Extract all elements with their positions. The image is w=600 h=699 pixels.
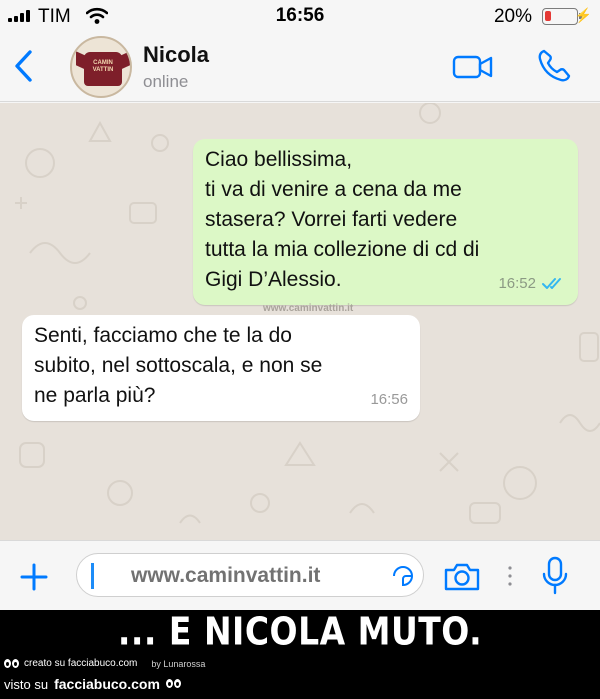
chat-area[interactable]: Ciao bellissima, ti va di venire a cena …: [0, 103, 600, 540]
message-text-line: Senti, facciamo che te la do: [34, 324, 292, 347]
plus-icon[interactable]: [18, 561, 50, 593]
contact-name[interactable]: Nicola: [143, 42, 209, 68]
message-input-text: www.caminvattin.it: [131, 564, 321, 587]
incoming-message-bubble[interactable]: Senti, facciamo che te la do subito, nel…: [22, 315, 420, 421]
chat-header: CAMIN VATTIN Nicola online: [0, 32, 600, 102]
battery-icon: [542, 8, 582, 25]
facciabuco-eyes-icon: [4, 658, 20, 669]
message-time: 16:52: [498, 275, 536, 292]
outgoing-message-bubble[interactable]: Ciao bellissima, ti va di venire a cena …: [193, 139, 578, 305]
charging-bolt-icon: ⚡: [574, 7, 592, 23]
message-input-bar: www.caminvattin.it: [0, 540, 600, 610]
footer-seen-on: visto su facciabuco.com: [4, 676, 182, 692]
contact-status: online: [143, 72, 189, 91]
avatar-text-line1: CAMIN: [93, 60, 113, 66]
avatar-shirt-logo: CAMIN VATTIN: [84, 52, 122, 86]
meme-caption: ... E NICOLA MUTO.: [117, 609, 483, 654]
message-text-line: stasera? Vorrei farti vedere: [205, 208, 458, 231]
footer-credit: creato su facciabuco.com by Lunarossa: [4, 658, 205, 669]
more-dots-icon[interactable]: [506, 562, 514, 590]
message-input-field[interactable]: www.caminvattin.it: [76, 553, 424, 597]
back-chevron-icon[interactable]: [8, 46, 40, 86]
avatar-text-line2: VATTIN: [92, 67, 114, 73]
facciabuco-eyes-icon: [165, 679, 182, 689]
contact-avatar[interactable]: CAMIN VATTIN: [70, 36, 132, 98]
message-text-line: subito, nel sottoscala, e non se: [34, 354, 323, 377]
phone-icon[interactable]: [536, 48, 572, 84]
message-text-line: ti va di venire a cena da me: [205, 178, 462, 201]
battery-percentage: 20%: [493, 6, 532, 27]
footer-seen-on-label: visto su: [4, 676, 49, 692]
footer-author: by Lunarossa: [151, 658, 206, 669]
microphone-icon[interactable]: [540, 555, 570, 597]
text-caret: [91, 563, 94, 589]
watermark-text: www.caminvattin.it: [263, 303, 354, 314]
video-camera-icon[interactable]: [452, 52, 494, 82]
battery-level: [545, 11, 551, 21]
sticker-icon[interactable]: [391, 564, 415, 588]
message-meta: 16:56: [370, 385, 408, 415]
message-text-line: tutta la mia collezione di cd di: [205, 238, 480, 261]
footer-created-on[interactable]: creato su facciabuco.com: [24, 658, 137, 669]
whatsapp-chat-screen: TIM 16:56 20% ⚡ CAMIN VATTIN Nicola onli…: [0, 0, 600, 610]
camera-icon[interactable]: [442, 561, 482, 593]
message-time: 16:56: [370, 391, 408, 408]
status-bar: TIM 16:56 20% ⚡: [0, 0, 600, 32]
footer-site-link[interactable]: facciabuco.com: [54, 676, 160, 692]
message-text-line: ne parla più?: [34, 384, 156, 407]
message-text-line: Ciao bellissima,: [205, 148, 353, 171]
double-check-read-icon: [542, 278, 561, 289]
message-meta: 16:52: [498, 269, 566, 299]
